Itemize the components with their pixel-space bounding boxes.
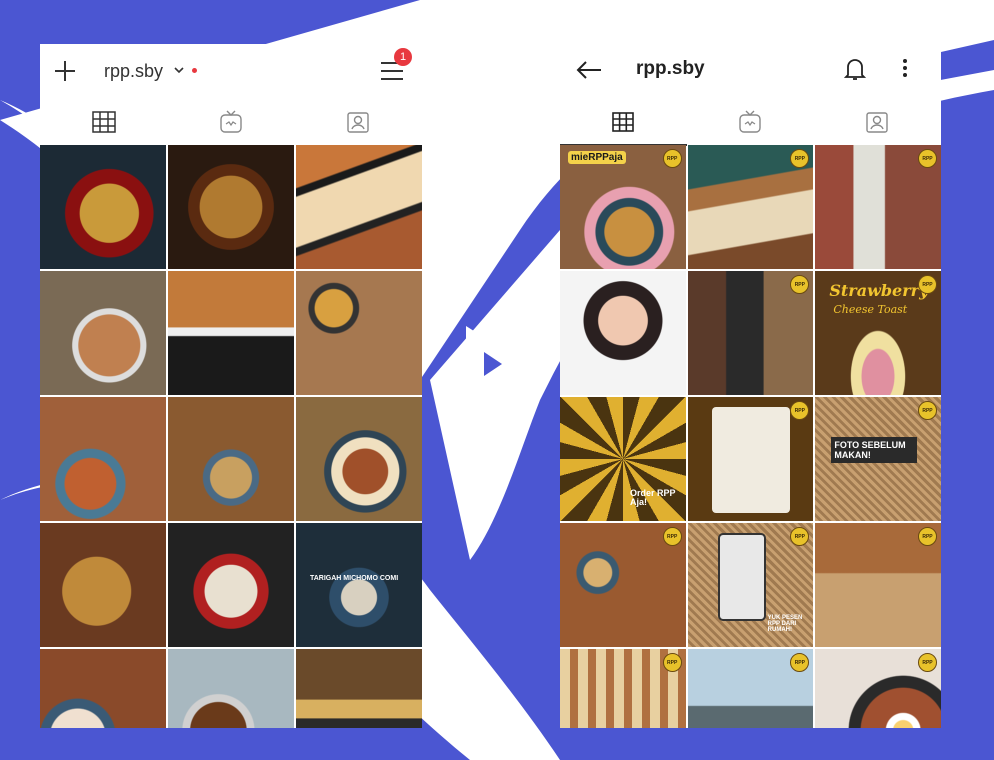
post-caption-text: Order RPP Aja! bbox=[630, 488, 676, 508]
post-thumbnail[interactable]: RPP bbox=[687, 271, 814, 395]
profile-username[interactable]: rpp.sby bbox=[104, 61, 163, 82]
post-title-text: Strawberry bbox=[829, 281, 929, 300]
rpp-badge: RPP bbox=[790, 653, 810, 672]
rpp-badge: RPP bbox=[662, 149, 682, 168]
rpp-badge: RPP bbox=[917, 275, 937, 294]
post-thumbnail[interactable]: RPP bbox=[815, 145, 941, 269]
post-thumbnail[interactable]: mieRPPaja RPP bbox=[560, 145, 686, 269]
post-thumbnail[interactable]: RPP bbox=[815, 523, 941, 647]
post-thumbnail[interactable] bbox=[40, 271, 166, 395]
profile-username[interactable]: rpp.sby bbox=[636, 58, 705, 80]
rpp-badge: RPP bbox=[662, 527, 682, 546]
tagged-icon bbox=[347, 112, 369, 133]
post-thumbnail[interactable]: YUK PESEN RPP DARI RUMAH! RPP bbox=[687, 523, 814, 647]
post-thumbnail[interactable] bbox=[168, 271, 294, 395]
post-thumbnail[interactable] bbox=[168, 523, 294, 647]
post-thumbnail[interactable] bbox=[560, 271, 686, 395]
tagged-icon bbox=[866, 112, 889, 133]
post-title-text: FOTO SEBELUM MAKAN! bbox=[831, 437, 918, 463]
post-thumbnail[interactable]: RPP bbox=[687, 649, 814, 728]
post-thumbnail[interactable] bbox=[40, 397, 166, 521]
more-vertical-icon[interactable] bbox=[902, 58, 908, 78]
post-thumbnail[interactable] bbox=[296, 649, 422, 728]
rpp-badge: RPP bbox=[790, 527, 810, 546]
post-thumbnail[interactable]: RPP bbox=[687, 145, 814, 269]
chevron-down-icon[interactable] bbox=[174, 67, 184, 75]
tab-igtv[interactable] bbox=[687, 98, 814, 146]
back-arrow-icon[interactable] bbox=[576, 60, 602, 80]
post-thumbnail[interactable]: Strawberry Cheese Toast RPP bbox=[815, 271, 941, 395]
profile-header: rpp.sby bbox=[560, 44, 941, 98]
play-arrow-icon bbox=[466, 326, 526, 402]
rpp-badge: RPP bbox=[790, 149, 810, 168]
tab-grid[interactable] bbox=[560, 98, 687, 146]
post-thumbnail[interactable] bbox=[296, 397, 422, 521]
phone-screen-left: rpp.sby 1 TARIGAH MICHOMO COMI bbox=[40, 44, 422, 728]
post-thumbnail[interactable] bbox=[296, 145, 422, 269]
rpp-badge: RPP bbox=[917, 653, 937, 672]
post-thumbnail[interactable] bbox=[40, 523, 166, 647]
status-dot bbox=[192, 68, 197, 73]
post-thumbnail[interactable]: FOTO SEBELUM MAKAN! RPP bbox=[815, 397, 941, 521]
infographic-card bbox=[711, 407, 790, 513]
grid-icon bbox=[91, 111, 116, 133]
profile-header: rpp.sby 1 bbox=[40, 44, 422, 98]
post-thumbnail[interactable]: RPP bbox=[687, 397, 814, 521]
tab-tagged[interactable] bbox=[814, 98, 941, 146]
plus-icon[interactable] bbox=[54, 60, 76, 82]
post-thumbnail[interactable] bbox=[40, 145, 166, 269]
post-caption-text: YUK PESEN RPP DARI RUMAH! bbox=[767, 615, 803, 633]
tab-grid[interactable] bbox=[40, 98, 167, 146]
post-thumbnail[interactable]: RPP bbox=[560, 523, 686, 647]
post-grid: mieRPPaja RPP RPP RPP RPP Strawberry Che… bbox=[560, 145, 941, 728]
post-thumbnail[interactable] bbox=[168, 649, 294, 728]
tab-igtv[interactable] bbox=[167, 98, 294, 146]
post-thumbnail[interactable]: RPP bbox=[560, 649, 686, 728]
profile-tabs bbox=[40, 98, 422, 146]
post-subtitle-text: Cheese Toast bbox=[833, 303, 908, 316]
profile-tabs bbox=[560, 98, 941, 146]
tab-tagged[interactable] bbox=[295, 98, 422, 146]
rpp-badge: RPP bbox=[790, 275, 810, 294]
post-caption-text: TARIGAH MICHOMO COMI bbox=[310, 575, 399, 582]
rpp-badge: RPP bbox=[790, 401, 810, 420]
post-grid: TARIGAH MICHOMO COMI bbox=[40, 145, 422, 728]
igtv-icon bbox=[739, 110, 762, 133]
grid-icon bbox=[612, 112, 635, 132]
post-caption-text: mieRPPaja bbox=[568, 151, 626, 164]
notification-badge: 1 bbox=[394, 48, 412, 66]
post-thumbnail[interactable]: TARIGAH MICHOMO COMI bbox=[296, 523, 422, 647]
bell-icon[interactable] bbox=[844, 57, 866, 81]
igtv-icon bbox=[220, 110, 242, 133]
post-thumbnail[interactable] bbox=[168, 145, 294, 269]
post-thumbnail[interactable] bbox=[40, 649, 166, 728]
rpp-badge: RPP bbox=[917, 527, 937, 546]
rpp-badge: RPP bbox=[662, 653, 682, 672]
rpp-badge: RPP bbox=[917, 401, 937, 420]
phone-screen-right: rpp.sby mieRPPaja RPP RPP RPP RPP Strawb… bbox=[560, 44, 941, 728]
post-thumbnail[interactable]: Order RPP Aja! bbox=[560, 397, 686, 521]
post-thumbnail[interactable] bbox=[296, 271, 422, 395]
phone-mockup bbox=[717, 533, 766, 621]
post-thumbnail[interactable]: RPP bbox=[815, 649, 941, 728]
post-thumbnail[interactable] bbox=[168, 397, 294, 521]
rpp-badge: RPP bbox=[917, 149, 937, 168]
